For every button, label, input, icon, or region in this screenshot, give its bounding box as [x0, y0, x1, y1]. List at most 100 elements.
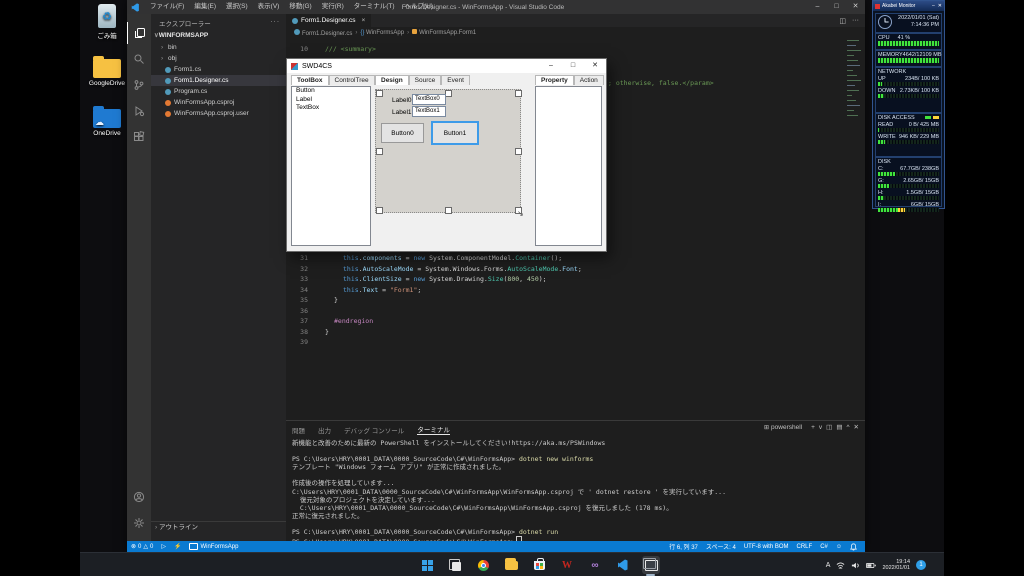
breadcrumb-item-0[interactable]: Form1.Designer.cs [294, 28, 352, 37]
status-item-2[interactable]: UTF-8 with BOM [740, 541, 793, 552]
explorer-icon[interactable] [127, 22, 152, 44]
panel-action-3[interactable]: ▤ [836, 424, 842, 431]
close-button[interactable]: ✕ [846, 0, 865, 14]
swd4cs-close-button[interactable]: ✕ [584, 59, 606, 73]
monitor-close-button[interactable]: ✕ [938, 3, 942, 9]
panel-tab-3[interactable]: ターミナル [417, 424, 450, 435]
shell-selector[interactable]: ⊞ powershell [764, 424, 802, 431]
minimap[interactable] [846, 40, 863, 126]
status-item-3[interactable]: CRLF [793, 541, 817, 552]
control-Button1[interactable]: Button1 [431, 121, 479, 145]
tree-item-WinFormsApp.csproj[interactable]: WinFormsApp.csproj [151, 97, 286, 108]
editor-more-actions-icon[interactable]: ··· [852, 17, 859, 24]
selection-handle[interactable] [515, 90, 522, 97]
minimize-button[interactable]: – [808, 0, 827, 14]
desktop-icon-onedrive[interactable]: ☁ OneDrive [84, 102, 130, 137]
panel-action-0[interactable]: + [811, 424, 815, 431]
menu-5[interactable]: 実行(R) [317, 0, 349, 14]
status-item-4[interactable]: C# [816, 541, 832, 552]
control-Button0[interactable]: Button0 [381, 123, 424, 143]
panel-action-1[interactable]: v [819, 424, 822, 431]
tab-action[interactable]: Action [573, 75, 604, 85]
tab-event[interactable]: Event [441, 75, 470, 85]
extensions-icon[interactable] [127, 126, 151, 148]
source-control-icon[interactable] [127, 74, 151, 96]
design-canvas[interactable]: Label0 Label1 TextBox0 TextBox1 Button0 Butto… [375, 89, 522, 214]
selection-handle[interactable] [515, 148, 522, 155]
panel-action-5[interactable]: ✕ [854, 424, 859, 431]
toolbox-item-Label[interactable]: Label [292, 96, 370, 105]
tree-item-Form1.Designer.cs[interactable]: Form1.Designer.cs [151, 75, 286, 86]
toolbox-item-Button[interactable]: Button [292, 87, 370, 96]
tree-item-Program.cs[interactable]: Program.cs [151, 86, 286, 97]
vscode-icon[interactable] [614, 556, 632, 574]
status-flame-icon[interactable]: ⚡ [170, 541, 185, 552]
search-icon[interactable] [127, 48, 151, 70]
chrome-icon[interactable] [474, 556, 492, 574]
control-TextBox0[interactable]: TextBox0 [412, 94, 446, 105]
menu-0[interactable]: ファイル(F) [145, 0, 189, 14]
visual-studio-icon[interactable]: ∞ [586, 556, 604, 574]
tree-item-Form1.cs[interactable]: Form1.cs [151, 64, 286, 75]
start-button[interactable] [418, 556, 436, 574]
ime-indicator[interactable]: A [826, 562, 831, 569]
tab-property[interactable]: Property [535, 75, 574, 85]
menu-6[interactable]: ターミナル(T) [349, 0, 400, 14]
tree-item-obj[interactable]: › obj [151, 53, 286, 64]
tab-toolbox[interactable]: ToolBox [291, 75, 329, 85]
account-icon[interactable] [127, 486, 151, 508]
panel-tab-2[interactable]: デバッグ コンソール [344, 425, 404, 435]
battery-icon[interactable] [866, 561, 877, 570]
status-run-icon[interactable]: ▷ [157, 541, 170, 552]
selection-handle[interactable] [445, 90, 452, 97]
notification-badge[interactable]: 1 [916, 560, 926, 570]
problems-status[interactable]: ⊗ 0 △ 0 [127, 541, 157, 552]
menu-4[interactable]: 移動(G) [284, 0, 316, 14]
volume-icon[interactable] [851, 561, 860, 570]
split-editor-icon[interactable]: ◫ [839, 17, 846, 25]
monitor-titlebar[interactable]: Akabei Monitor – ✕ [873, 1, 944, 11]
panel-tab-1[interactable]: 出力 [318, 425, 331, 435]
feedback-smiley-icon[interactable]: ☺ [832, 541, 846, 552]
winforms-app-icon[interactable] [642, 556, 660, 576]
swd4cs-minimize-button[interactable]: – [540, 59, 562, 73]
taskbar-clock[interactable]: 19:14 2022/01/01 [882, 559, 910, 572]
selection-handle[interactable] [445, 207, 452, 214]
desktop-icon-google-drive[interactable]: GoogleDrive [84, 52, 130, 87]
panel-action-2[interactable]: ◫ [826, 424, 832, 431]
tab-close-icon[interactable]: × [362, 17, 366, 24]
task-view-button[interactable] [446, 556, 464, 574]
breadcrumb-item-1[interactable]: {} WinFormsApp [360, 30, 404, 36]
menu-1[interactable]: 編集(E) [189, 0, 221, 14]
microsoft-store-icon[interactable] [530, 556, 548, 574]
control-Label1[interactable]: Label1 [392, 109, 412, 116]
panel-action-4[interactable]: ^ [846, 424, 849, 431]
monitor-minimize-button[interactable]: – [932, 3, 935, 9]
control-TextBox1[interactable]: TextBox1 [412, 106, 446, 117]
resize-grip-icon[interactable]: ↘ [517, 209, 524, 218]
menu-2[interactable]: 選択(S) [221, 0, 253, 14]
terminal-output[interactable]: 新機能と改善のために最新の PowerShell をインストールしてください!h… [292, 439, 861, 546]
control-Label0[interactable]: Label0 [392, 97, 412, 104]
tree-item-WinFormsApp.csproj.user[interactable]: WinFormsApp.csproj.user [151, 108, 286, 119]
status-item-1[interactable]: スペース: 4 [702, 541, 740, 552]
file-explorer-icon[interactable] [502, 556, 520, 574]
selection-handle[interactable] [376, 90, 383, 97]
settings-gear-icon[interactable] [127, 512, 151, 534]
breadcrumb-item-2[interactable]: WinFormsApp.Form1 [412, 29, 476, 36]
maximize-button[interactable]: □ [827, 0, 846, 14]
selection-handle[interactable] [376, 207, 383, 214]
swd4cs-maximize-button[interactable]: □ [562, 59, 584, 73]
panel-tab-0[interactable]: 問題 [292, 425, 305, 435]
tab-design[interactable]: Design [375, 75, 409, 85]
tab-controltree[interactable]: ControlTree [328, 75, 375, 85]
explorer-more-icon[interactable]: ··· [271, 18, 281, 28]
wifi-icon[interactable] [836, 561, 845, 570]
toolbox-item-TextBox[interactable]: TextBox [292, 104, 370, 113]
swd4cs-titlebar[interactable]: SWD4CS – □ ✕ [287, 59, 606, 73]
selection-handle[interactable] [376, 148, 383, 155]
notifications-bell-icon[interactable] [846, 541, 861, 552]
project-root-item[interactable]: ∨WINFORMSAPP [154, 30, 286, 41]
status-project[interactable]: WinFormsApp [185, 541, 242, 552]
tab-form1-designer[interactable]: Form1.Designer.cs × [286, 14, 373, 27]
